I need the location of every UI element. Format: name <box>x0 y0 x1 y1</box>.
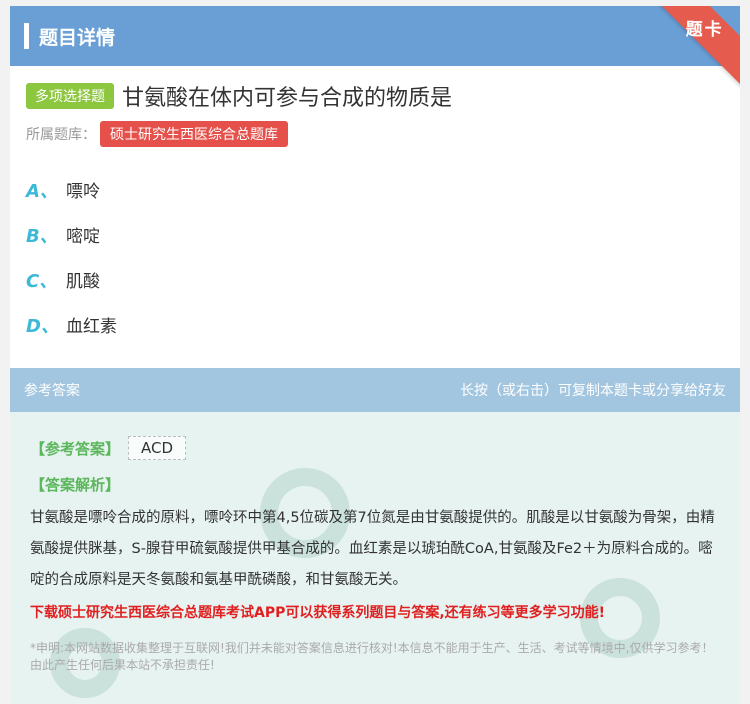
option-d[interactable]: D、 血红素 <box>26 302 724 347</box>
question-row: 多项选择题 甘氨酸在体内可参与合成的物质是 <box>26 80 724 112</box>
bank-row: 所属题库： 硕士研究生西医综合总题库 <box>26 121 724 147</box>
answer-header-title: 参考答案 <box>24 383 80 399</box>
answer-header: 参考答案 长按（或右击）可复制本题卡或分享给好友 <box>10 368 740 412</box>
header-accent-bar <box>24 23 29 49</box>
options-list: A、 嘌呤 B、 嘧啶 C、 肌酸 D、 血红素 <box>26 167 724 347</box>
option-text: 血红素 <box>66 317 117 337</box>
answer-body: 【参考答案】 ACD 【答案解析】 甘氨酸是嘌呤合成的原料，嘌呤环中第4,5位碳… <box>10 412 740 674</box>
reference-answer-value: ACD <box>128 436 187 460</box>
bank-link[interactable]: 硕士研究生西医综合总题库 <box>100 121 288 147</box>
page-title: 题目详情 <box>39 26 116 49</box>
option-letter: A、 <box>26 180 58 202</box>
option-text: 嘌呤 <box>66 182 100 202</box>
analysis-text: 甘氨酸是嘌呤合成的原料，嘌呤环中第4,5位碳及第7位氮是由甘氨酸提供的。肌酸是以… <box>30 510 715 588</box>
option-letter: B、 <box>26 225 58 247</box>
option-text: 肌酸 <box>66 272 100 292</box>
option-letter: D、 <box>26 315 59 337</box>
option-c[interactable]: C、 肌酸 <box>26 257 724 302</box>
option-letter: C、 <box>26 270 58 292</box>
analysis-label: 【答案解析】 <box>30 476 121 494</box>
option-text: 嘧啶 <box>66 227 100 247</box>
disclaimer-text: *申明:本网站数据收集整理于互联网!我们并未能对答案信息进行核对!本信息不能用于… <box>30 641 714 672</box>
question-type-badge: 多项选择题 <box>26 83 114 109</box>
reference-answer-label: 【参考答案】 <box>30 439 121 458</box>
bank-label: 所属题库： <box>26 127 96 143</box>
header-bar: 题目详情 题卡 <box>10 6 740 91</box>
answer-section[interactable]: 参考答案 长按（或右击）可复制本题卡或分享给好友 【参考答案】 ACD 【答案解… <box>10 368 740 704</box>
option-b[interactable]: B、 嘧啶 <box>26 212 724 257</box>
option-a[interactable]: A、 嘌呤 <box>26 167 724 212</box>
question-text: 甘氨酸在体内可参与合成的物质是 <box>122 86 453 111</box>
share-hint: 长按（或右击）可复制本题卡或分享给好友 <box>460 383 726 399</box>
ribbon-label: 题卡 <box>686 19 724 40</box>
question-card: 题目详情 题卡 多项选择题 甘氨酸在体内可参与合成的物质是 所属题库： 硕士研究… <box>10 6 740 704</box>
question-section: 多项选择题 甘氨酸在体内可参与合成的物质是 所属题库： 硕士研究生西医综合总题库… <box>10 66 740 347</box>
reference-answer-row: 【参考答案】 ACD <box>30 436 720 460</box>
app-promo-link[interactable]: 下载硕士研究生西医综合总题库考试APP可以获得系列题目与答案,还有练习等更多学习… <box>30 602 720 622</box>
